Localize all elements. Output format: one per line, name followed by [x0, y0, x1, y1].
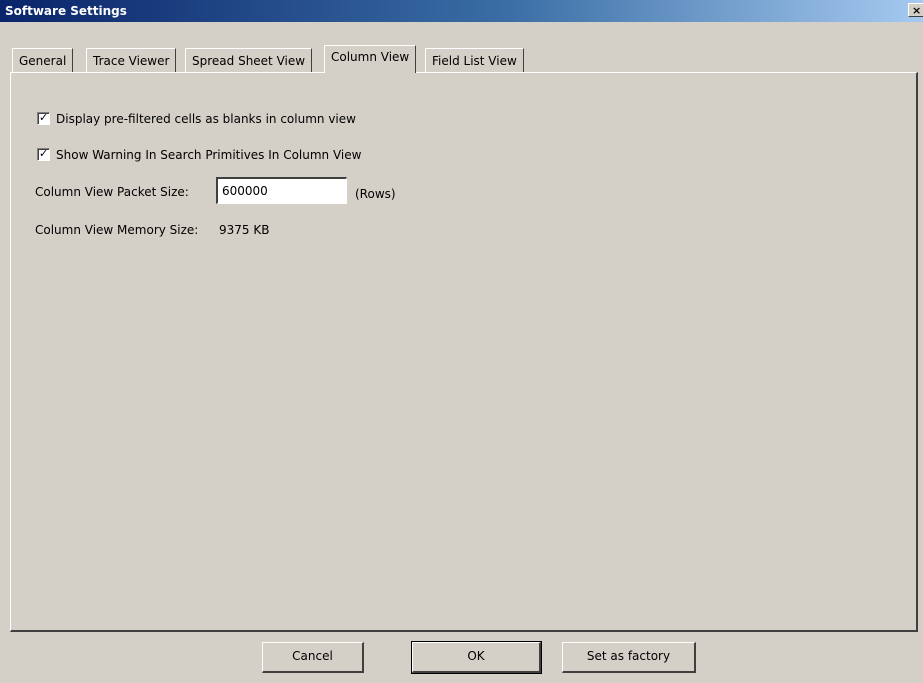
set-as-factory-button[interactable]: Set as factory: [562, 642, 696, 673]
settings-dialog: Software Settings × General Trace Viewer…: [0, 0, 923, 683]
window-title: Software Settings: [5, 4, 127, 18]
show-warning-label[interactable]: Show Warning In Search Primitives In Col…: [56, 147, 361, 163]
packet-size-label: Column View Packet Size:: [35, 185, 189, 199]
display-prefiltered-label[interactable]: Display pre-filtered cells as blanks in …: [56, 111, 356, 127]
show-warning-checkbox[interactable]: ✓: [37, 147, 50, 161]
check-icon: ✓: [39, 147, 49, 160]
close-button[interactable]: ×: [908, 3, 923, 17]
tab-field-list-view[interactable]: Field List View: [425, 48, 524, 72]
tab-trace-viewer[interactable]: Trace Viewer: [86, 48, 177, 72]
title-bar[interactable]: Software Settings ×: [0, 0, 923, 22]
tab-spread-sheet-view[interactable]: Spread Sheet View: [185, 48, 313, 72]
cancel-button[interactable]: Cancel: [262, 642, 364, 673]
packet-size-input[interactable]: [216, 177, 347, 204]
memory-size-label: Column View Memory Size:: [35, 223, 199, 237]
memory-size-value: 9375 KB: [219, 223, 270, 237]
ok-button[interactable]: OK: [411, 641, 542, 674]
tab-column-view[interactable]: Column View: [324, 45, 417, 73]
packet-size-unit: (Rows): [355, 187, 396, 201]
display-prefiltered-checkbox[interactable]: ✓: [37, 111, 50, 125]
check-icon: ✓: [39, 111, 49, 124]
close-icon: ×: [912, 4, 922, 17]
tab-general[interactable]: General: [12, 48, 74, 72]
